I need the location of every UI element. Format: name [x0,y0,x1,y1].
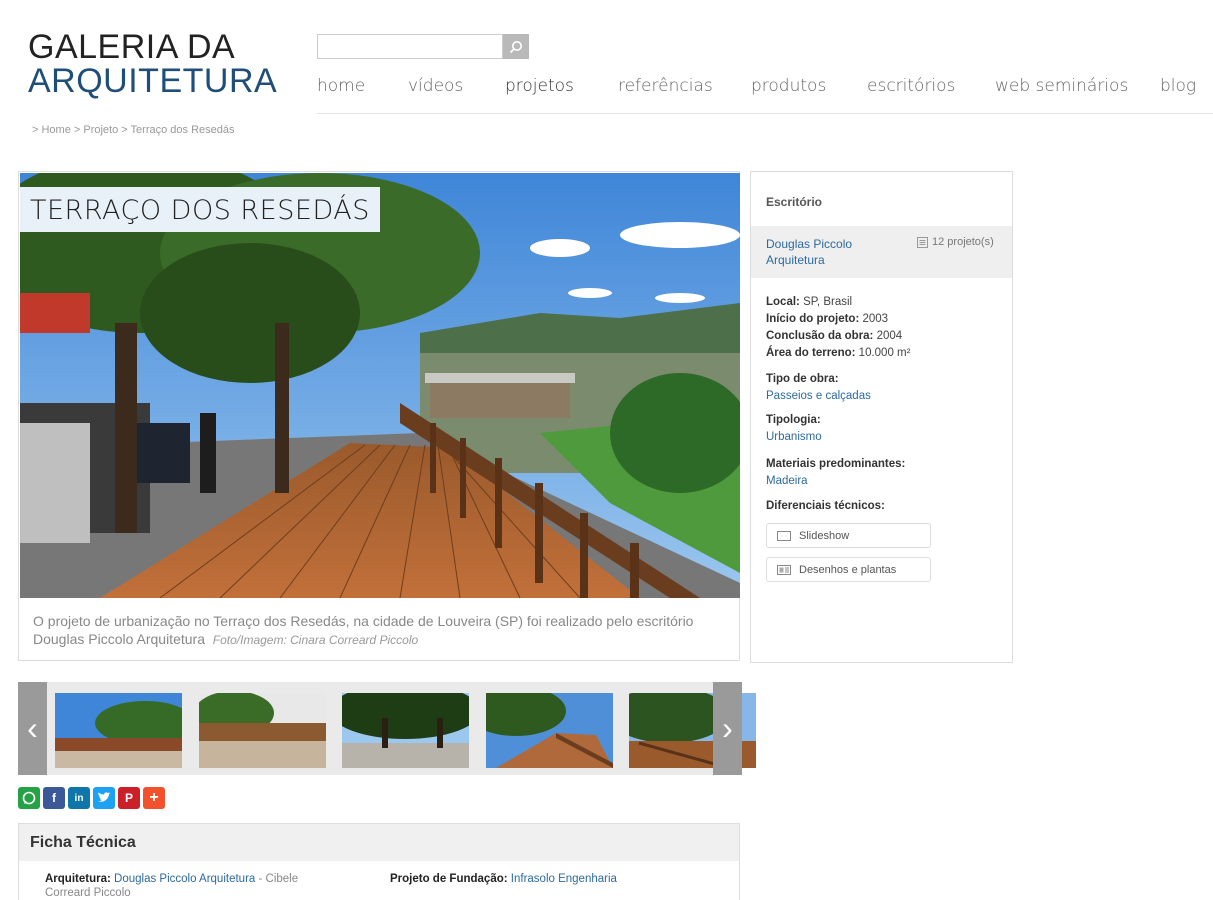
plus-icon[interactable]: + [143,787,165,809]
thumbnail-4[interactable] [486,693,613,768]
twitter-icon[interactable] [93,787,115,809]
search-icon [509,40,522,53]
chevron-right-icon: › [722,710,733,746]
slideshow-label: Slideshow [799,529,850,542]
photo-caption: O projeto de urbanização no Terraço dos … [33,612,723,649]
tipo-obra-link[interactable]: Passeios e calçadas [766,388,871,405]
slideshow-button[interactable]: Slideshow [766,523,931,548]
site-logo[interactable]: GALERIA DA ARQUITETURA [28,30,277,98]
office-heading: Escritório [766,195,823,209]
thumbnail-1-image [55,693,182,768]
diferenciais-label: Diferenciais técnicos: [766,500,885,512]
project-title: TERRAÇO DOS RESEDÁS [30,195,370,226]
local-label: Local: [766,296,800,308]
facebook-icon[interactable]: f [43,787,65,809]
pinterest-icon[interactable]: P [118,787,140,809]
search-input[interactable] [317,34,503,59]
nav-referencias[interactable]: referências [618,76,713,96]
nav-produtos[interactable]: produtos [751,76,826,96]
diferenciais-block: Diferenciais técnicos: [766,498,885,515]
project-meta: Local: SP, Brasil Início do projeto: 200… [766,294,910,362]
desenhos-plantas-button[interactable]: Desenhos e plantas [766,557,931,582]
conclusao-value: 2004 [876,330,903,342]
thumbnail-3[interactable] [342,693,469,768]
tipologia-link[interactable]: Urbanismo [766,429,822,446]
arquitetura-row: Arquitetura: Douglas Piccolo Arquitetura… [45,872,335,900]
office-projects-count[interactable]: 12 projeto(s) [917,236,994,248]
materiais-block: Materiais predominantes: Madeira [766,456,905,490]
materiais-link[interactable]: Madeira [766,473,905,490]
tipologia-block: Tipologia: Urbanismo [766,412,822,446]
whatsapp-icon[interactable] [18,787,40,809]
header-divider [317,113,1213,114]
logo-line-1: GALERIA DA [28,28,236,66]
fundacao-label: Projeto de Fundação: [390,873,508,885]
logo-line-2: ARQUITETURA [28,62,278,100]
nav-web-seminarios[interactable]: web seminários [995,76,1128,96]
local-value: SP, Brasil [803,296,853,308]
tipo-obra-block: Tipo de obra: Passeios e calçadas [766,371,871,405]
nav-home[interactable]: home [317,76,365,96]
arquitetura-label: Arquitetura: [45,873,111,885]
ficha-heading: Ficha Técnica [19,824,739,861]
office-name-link[interactable]: Douglas Piccolo Arquitetura [766,236,886,268]
fundacao-link[interactable]: Infrasolo Engenharia [511,873,617,885]
nav-videos[interactable]: vídeos [408,76,463,96]
carousel-prev-button[interactable]: ‹ [18,682,47,775]
project-info-sidebar: Escritório Douglas Piccolo Arquitetura 1… [750,171,1013,663]
linkedin-icon[interactable]: in [68,787,90,809]
document-icon [917,236,928,248]
hero-photo[interactable] [20,173,740,598]
thumbnail-2-image [199,693,326,768]
conclusao-label: Conclusão da obra: [766,330,874,342]
thumbnail-2[interactable] [199,693,326,768]
slideshow-icon [777,530,791,541]
drawings-icon [777,564,791,575]
search-button[interactable] [503,34,529,59]
desenhos-label: Desenhos e plantas [799,563,897,576]
nav-blog[interactable]: blog [1160,76,1196,96]
tipo-obra-label: Tipo de obra: [766,373,839,385]
carousel-next-button[interactable]: › [713,682,742,775]
thumbnail-4-image [486,693,613,768]
photo-credit: Foto/Imagem: Cinara Correard Piccolo [212,633,419,647]
materiais-label: Materiais predominantes: [766,458,906,470]
hero-photo-illustration [20,173,740,598]
tipologia-label: Tipologia: [766,414,821,426]
project-image-card: TERRAÇO DOS RESEDÁS O projeto de urbaniz… [18,171,740,661]
thumbnail-carousel: ‹ › [18,682,756,775]
breadcrumb[interactable]: > Home > Projeto > Terraço dos Resedás [32,124,235,136]
inicio-label: Início do projeto: [766,313,860,325]
arquitetura-link[interactable]: Douglas Piccolo Arquitetura [114,873,255,885]
office-count-text: 12 projeto(s) [932,236,994,248]
chevron-left-icon: ‹ [27,710,38,746]
ficha-tecnica: Ficha Técnica Arquitetura: Douglas Picco… [18,823,740,900]
thumbnail-3-image [342,693,469,768]
main-nav: home vídeos projetos referências produto… [317,76,1197,100]
fundacao-row: Projeto de Fundação: Infrasolo Engenhari… [390,872,730,886]
inicio-value: 2003 [862,313,889,325]
share-bar: f in P + [18,787,165,809]
project-title-box: TERRAÇO DOS RESEDÁS [20,187,380,232]
office-row: Douglas Piccolo Arquitetura 12 projeto(s… [751,226,1012,278]
area-label: Área do terreno: [766,347,856,359]
nav-escritorios[interactable]: escritórios [867,76,955,96]
area-value: 10.000 m² [858,347,911,359]
thumbnail-1[interactable] [55,693,182,768]
nav-projetos[interactable]: projetos [505,76,574,96]
search-bar [317,34,529,59]
